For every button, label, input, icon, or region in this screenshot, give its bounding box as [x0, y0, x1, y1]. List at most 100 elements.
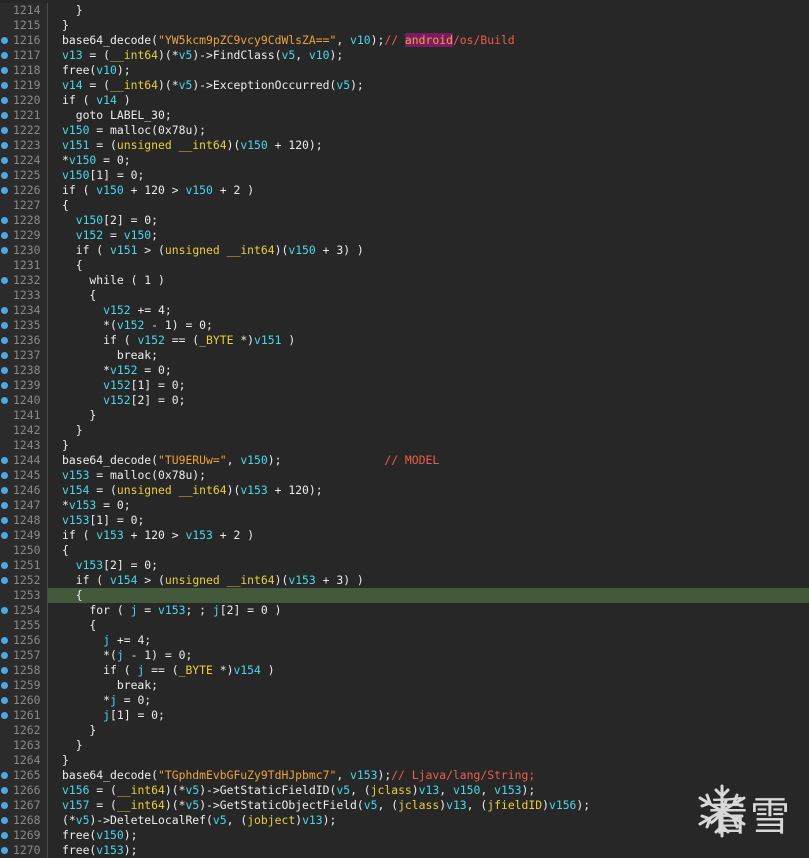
breakpoint-dot-icon[interactable]	[1, 127, 8, 134]
line-gutter[interactable]: 1233	[0, 288, 48, 303]
line-gutter[interactable]: 1215	[0, 18, 48, 33]
breakpoint-dot-icon[interactable]	[1, 487, 8, 494]
code-line[interactable]: 1248 v153[1] = 0;	[0, 513, 809, 528]
line-gutter[interactable]: 1242	[0, 423, 48, 438]
breakpoint-dot-icon[interactable]	[1, 517, 8, 524]
breakpoint-dot-icon[interactable]	[1, 112, 8, 119]
code-line[interactable]: 1220 if ( v14 )	[0, 93, 809, 108]
breakpoint-dot-icon[interactable]	[1, 682, 8, 689]
code-line[interactable]: 1227 {	[0, 198, 809, 213]
code-line[interactable]: 1256 j += 4;	[0, 633, 809, 648]
breakpoint-dot-icon[interactable]	[1, 637, 8, 644]
code-line[interactable]: 1240 v152[2] = 0;	[0, 393, 809, 408]
line-gutter[interactable]: 1231	[0, 258, 48, 273]
line-gutter[interactable]: 1221	[0, 108, 48, 123]
line-gutter[interactable]: 1222	[0, 123, 48, 138]
breakpoint-dot-icon[interactable]	[1, 157, 8, 164]
breakpoint-dot-icon[interactable]	[1, 607, 8, 614]
code-line[interactable]: 1215}	[0, 18, 809, 33]
code-line[interactable]: 1242 }	[0, 423, 809, 438]
breakpoint-dot-icon[interactable]	[1, 532, 8, 539]
breakpoint-dot-icon[interactable]	[1, 772, 8, 779]
code-line[interactable]: 1249 if ( v153 + 120 > v153 + 2 )	[0, 528, 809, 543]
breakpoint-dot-icon[interactable]	[1, 322, 8, 329]
code-line[interactable]: 1226 if ( v150 + 120 > v150 + 2 )	[0, 183, 809, 198]
code-line[interactable]: 1250 {	[0, 543, 809, 558]
line-gutter[interactable]: 1257	[0, 648, 48, 663]
line-gutter[interactable]: 1248	[0, 513, 48, 528]
code-line[interactable]: 1214 }	[0, 3, 809, 18]
line-gutter[interactable]: 1234	[0, 303, 48, 318]
line-gutter[interactable]: 1267	[0, 798, 48, 813]
code-line[interactable]: 1253 {	[0, 588, 809, 603]
line-gutter[interactable]: 1243	[0, 438, 48, 453]
code-line[interactable]: 1236 if ( v152 == (_BYTE *)v151 )	[0, 333, 809, 348]
line-gutter[interactable]: 1268	[0, 813, 48, 828]
line-gutter[interactable]: 1235	[0, 318, 48, 333]
breakpoint-dot-icon[interactable]	[1, 847, 8, 854]
code-line[interactable]: 1252 if ( v154 > (unsigned __int64)(v153…	[0, 573, 809, 588]
code-line[interactable]: 1217 v13 = (__int64)(*v5)->FindClass(v5, …	[0, 48, 809, 63]
line-gutter[interactable]: 1232	[0, 273, 48, 288]
breakpoint-dot-icon[interactable]	[1, 307, 8, 314]
line-gutter[interactable]: 1224	[0, 153, 48, 168]
code-line[interactable]: 1258 if ( j == (_BYTE *)v154 )	[0, 663, 809, 678]
code-line[interactable]: 1222 v150 = malloc(0x78u);	[0, 123, 809, 138]
code-line[interactable]: 1229 v152 = v150;	[0, 228, 809, 243]
line-gutter[interactable]: 1253	[0, 588, 48, 603]
code-line[interactable]: 1225 v150[1] = 0;	[0, 168, 809, 183]
pseudocode-editor[interactable]: 1214 } 1215} 1216 base64_decode("YW5kcm9pZC…	[0, 0, 809, 858]
code-line[interactable]: 1216 base64_decode("YW5kcm9pZC9vcy9CdWlsZ…	[0, 33, 809, 48]
code-line[interactable]: 1261 j[1] = 0;	[0, 708, 809, 723]
line-gutter[interactable]: 1244	[0, 453, 48, 468]
line-gutter[interactable]: 1251	[0, 558, 48, 573]
code-line[interactable]: 1237 break;	[0, 348, 809, 363]
code-line[interactable]: 1233 {	[0, 288, 809, 303]
code-line[interactable]: 1219 v14 = (__int64)(*v5)->ExceptionOccur…	[0, 78, 809, 93]
line-gutter[interactable]: 1226	[0, 183, 48, 198]
line-gutter[interactable]: 1262	[0, 723, 48, 738]
breakpoint-dot-icon[interactable]	[1, 232, 8, 239]
line-gutter[interactable]: 1241	[0, 408, 48, 423]
breakpoint-dot-icon[interactable]	[1, 82, 8, 89]
breakpoint-dot-icon[interactable]	[1, 52, 8, 59]
line-gutter[interactable]: 1259	[0, 678, 48, 693]
breakpoint-dot-icon[interactable]	[1, 802, 8, 809]
line-gutter[interactable]: 1256	[0, 633, 48, 648]
code-line[interactable]: 1244 base64_decode("TU9ERUw=", v150); // …	[0, 453, 809, 468]
breakpoint-dot-icon[interactable]	[1, 382, 8, 389]
breakpoint-dot-icon[interactable]	[1, 457, 8, 464]
line-gutter[interactable]: 1246	[0, 483, 48, 498]
breakpoint-dot-icon[interactable]	[1, 712, 8, 719]
code-line[interactable]: 1223 v151 = (unsigned __int64)(v150 + 120…	[0, 138, 809, 153]
code-line[interactable]: 1247 *v153 = 0;	[0, 498, 809, 513]
breakpoint-dot-icon[interactable]	[1, 172, 8, 179]
code-line[interactable]: 1232 while ( 1 )	[0, 273, 809, 288]
code-line[interactable]: 1264}	[0, 753, 809, 768]
code-line[interactable]: 1231 {	[0, 258, 809, 273]
line-gutter[interactable]: 1270	[0, 843, 48, 858]
breakpoint-dot-icon[interactable]	[1, 502, 8, 509]
line-gutter[interactable]: 1236	[0, 333, 48, 348]
breakpoint-dot-icon[interactable]	[1, 337, 8, 344]
code-line[interactable]: 1238 *v152 = 0;	[0, 363, 809, 378]
line-gutter[interactable]: 1249	[0, 528, 48, 543]
code-line[interactable]: 1262 }	[0, 723, 809, 738]
code-line[interactable]: 1257 *(j - 1) = 0;	[0, 648, 809, 663]
breakpoint-dot-icon[interactable]	[1, 217, 8, 224]
breakpoint-dot-icon[interactable]	[1, 697, 8, 704]
line-gutter[interactable]: 1240	[0, 393, 48, 408]
code-line[interactable]: 1270 free(v153);	[0, 843, 809, 858]
breakpoint-dot-icon[interactable]	[1, 277, 8, 284]
line-gutter[interactable]: 1269	[0, 828, 48, 843]
line-gutter[interactable]: 1227	[0, 198, 48, 213]
breakpoint-dot-icon[interactable]	[1, 97, 8, 104]
line-gutter[interactable]: 1258	[0, 663, 48, 678]
line-gutter[interactable]: 1264	[0, 753, 48, 768]
code-line[interactable]: 1260 *j = 0;	[0, 693, 809, 708]
breakpoint-dot-icon[interactable]	[1, 142, 8, 149]
breakpoint-dot-icon[interactable]	[1, 472, 8, 479]
line-gutter[interactable]: 1230	[0, 243, 48, 258]
line-gutter[interactable]: 1214	[0, 3, 48, 18]
line-gutter[interactable]: 1216	[0, 33, 48, 48]
